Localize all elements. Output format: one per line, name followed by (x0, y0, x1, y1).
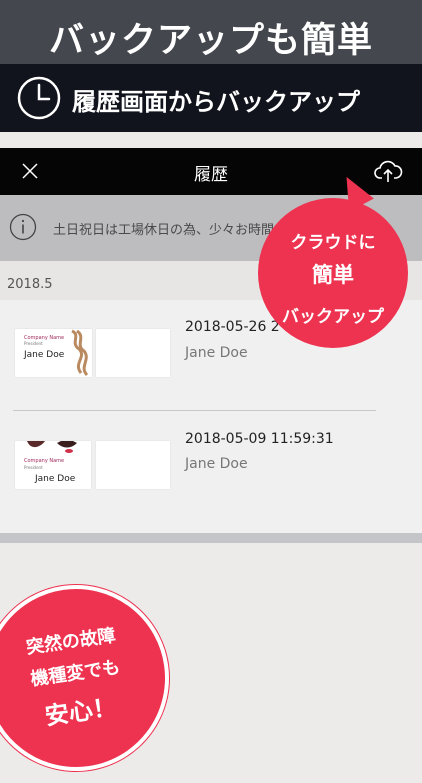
card-company: Company Name (24, 458, 65, 464)
history-date: 2018-05-09 11:59:31 (185, 431, 334, 447)
promo-title: バックアップも簡単 (48, 21, 373, 61)
promo-header: バックアップも簡単 履歴画面からバックアップ (0, 0, 422, 132)
clock-icon (17, 76, 61, 120)
card-back-thumbnail (96, 329, 170, 377)
card-front-thumbnail: Company Name President Jane Doe (15, 441, 91, 489)
cloud-upload-icon[interactable] (373, 156, 403, 186)
card-title: President (24, 341, 43, 346)
badge-line: クラウドに (290, 233, 376, 253)
divider (13, 410, 376, 411)
history-name: Jane Doe (185, 456, 248, 472)
card-back-thumbnail (96, 441, 170, 489)
section-header: 2018.5 (7, 277, 53, 292)
hair-illustration (71, 329, 89, 377)
card-name: Jane Doe (35, 474, 76, 484)
promo-subtitle-bar: 履歴画面からバックアップ (0, 64, 422, 132)
badge-line: バックアップ (282, 307, 384, 327)
card-title: President (24, 465, 43, 470)
cloud-backup-badge: クラウドに 簡単 バックアップ (258, 198, 408, 348)
card-name: Jane Doe (24, 350, 65, 360)
info-icon (9, 213, 37, 241)
face-illustration (27, 441, 77, 453)
reassurance-badge: 突然の故障 機種変でも 安心！ (0, 572, 182, 783)
list-footer (0, 533, 422, 543)
history-name: Jane Doe (185, 345, 248, 361)
separator (0, 132, 422, 148)
badge-line: 簡単 (312, 263, 354, 287)
promo-subtitle: 履歴画面からバックアップ (72, 88, 360, 116)
notice-text: 土日祝日は工場休日の為、少々お時間か (53, 223, 288, 238)
card-front-thumbnail: Company Name President Jane Doe (15, 329, 92, 377)
